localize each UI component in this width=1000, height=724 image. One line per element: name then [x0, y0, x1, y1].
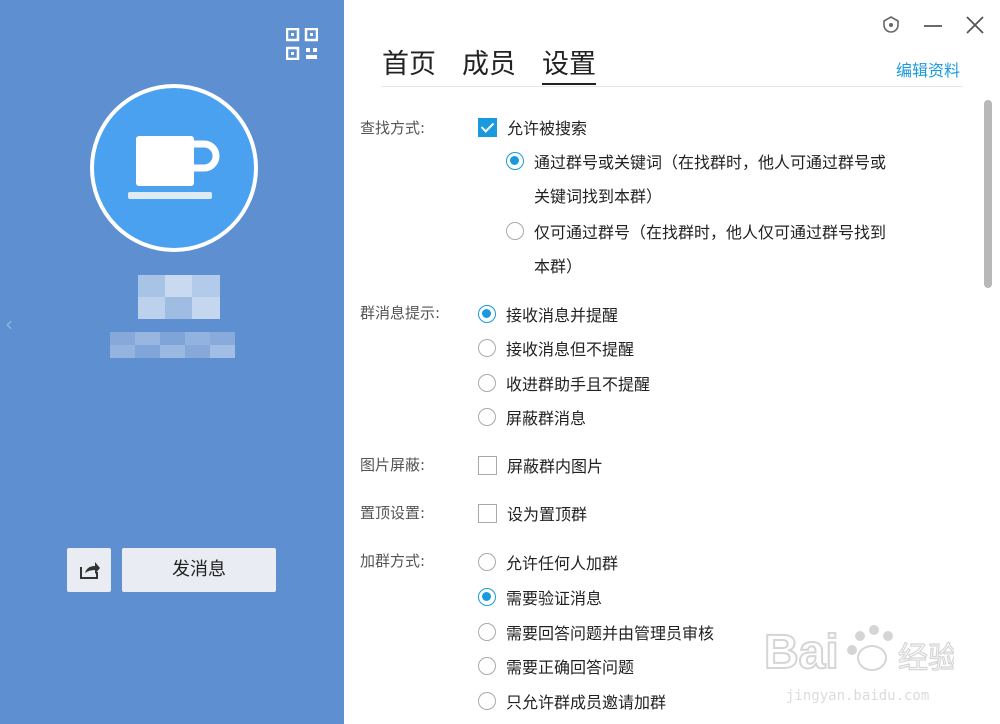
- pin-group-checkbox[interactable]: 设为置顶群: [478, 501, 587, 525]
- send-message-button[interactable]: 发消息: [122, 548, 276, 592]
- notify-option[interactable]: 接收消息并提醒: [478, 302, 618, 326]
- radio-selected[interactable]: [478, 305, 496, 323]
- checkbox-unchecked[interactable]: [478, 455, 497, 475]
- radio-unselected[interactable]: [478, 408, 496, 426]
- collapse-arrow-icon[interactable]: ‹: [5, 312, 13, 336]
- tab-members[interactable]: 成员: [462, 42, 516, 82]
- checkbox-unchecked[interactable]: [478, 503, 497, 523]
- search-by-id-desc: 本群）: [534, 257, 583, 276]
- join-method-label: 加群方式:: [360, 552, 426, 570]
- baidu-paw-logo: Bai 经验: [763, 625, 959, 680]
- checkbox-checked[interactable]: [478, 117, 497, 137]
- radio-unselected[interactable]: [478, 553, 496, 571]
- join-option[interactable]: 需要正确回答问题: [478, 654, 634, 678]
- join-option[interactable]: 需要回答问题并由管理员审核: [478, 620, 714, 644]
- minimize-icon[interactable]: [922, 14, 944, 38]
- radio-selected[interactable]: [478, 588, 496, 606]
- vertical-scrollbar[interactable]: [982, 98, 994, 724]
- radio-unselected[interactable]: [506, 222, 524, 240]
- close-icon[interactable]: [964, 14, 986, 38]
- block-images-checkbox[interactable]: 屏蔽群内图片: [478, 453, 603, 477]
- image-block-label: 图片屏蔽:: [360, 456, 426, 474]
- qr-code-icon[interactable]: [285, 27, 319, 61]
- tab-bar: 首页 成员 设置: [382, 42, 622, 85]
- notify-option[interactable]: 收进群助手且不提醒: [478, 371, 650, 395]
- join-option[interactable]: 需要验证消息: [478, 585, 602, 609]
- scrollbar-thumb[interactable]: [984, 100, 992, 288]
- allow-search-checkbox[interactable]: 允许被搜索: [478, 115, 587, 139]
- notify-option[interactable]: 接收消息但不提醒: [478, 336, 634, 360]
- radio-unselected[interactable]: [478, 657, 496, 675]
- radio-unselected[interactable]: [478, 623, 496, 641]
- share-icon: [80, 562, 100, 579]
- radio-unselected[interactable]: [478, 374, 496, 392]
- search-by-keyword-radio[interactable]: 通过群号或关键词（在找群时，他人可通过群号或: [506, 149, 886, 173]
- share-button[interactable]: [67, 548, 111, 592]
- radio-unselected[interactable]: [478, 339, 496, 357]
- group-id-blurred: [110, 332, 235, 358]
- radio-selected[interactable]: [506, 152, 524, 170]
- svg-text:Bai: Bai: [764, 626, 839, 679]
- pin-label: 置顶设置:: [360, 504, 426, 522]
- group-name-blurred: [138, 275, 220, 319]
- skin-icon[interactable]: [880, 14, 902, 38]
- tab-settings[interactable]: 设置: [542, 42, 596, 85]
- coffee-cup-icon: [128, 136, 220, 199]
- divider: [382, 86, 962, 87]
- search-by-keyword-desc: 关键词找到本群）: [534, 187, 663, 206]
- notify-option[interactable]: 屏蔽群消息: [478, 405, 586, 429]
- radio-unselected[interactable]: [478, 692, 496, 710]
- tab-home[interactable]: 首页: [382, 42, 436, 82]
- baidu-jingyan-watermark: Bai 经验 jingyan.baidu.com: [763, 612, 959, 712]
- message-notify-label: 群消息提示:: [360, 304, 441, 322]
- group-profile-sidebar: ‹ 发消息: [0, 0, 344, 724]
- search-by-id-radio[interactable]: 仅可通过群号（在找群时，他人仅可通过群号找到: [506, 219, 886, 243]
- join-option[interactable]: 只允许群成员邀请加群: [478, 689, 666, 713]
- svg-text:经验: 经验: [898, 641, 954, 676]
- join-option[interactable]: 允许任何人加群: [478, 550, 618, 574]
- watermark-url: jingyan.baidu.com: [786, 688, 930, 704]
- group-avatar[interactable]: [90, 84, 258, 252]
- search-method-label: 查找方式:: [360, 119, 426, 137]
- edit-profile-link[interactable]: 编辑资料: [896, 57, 960, 81]
